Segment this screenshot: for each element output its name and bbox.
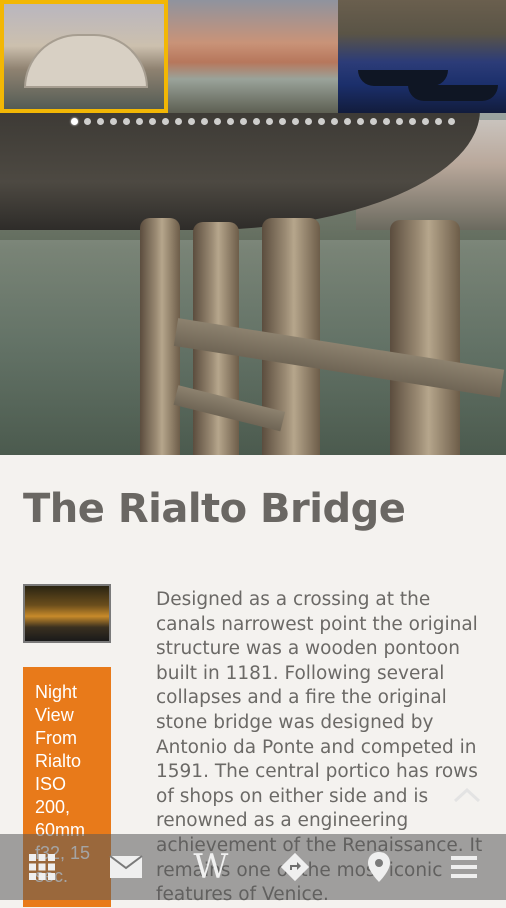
page-dot[interactable] — [240, 117, 247, 125]
page-dot[interactable] — [201, 117, 208, 125]
map-pin-icon — [368, 852, 391, 882]
page-dot[interactable] — [383, 117, 390, 125]
page-dot[interactable] — [279, 117, 286, 125]
wikipedia-button[interactable]: W — [186, 842, 236, 892]
gondola-shape — [408, 85, 498, 101]
page-dot[interactable] — [188, 117, 195, 125]
thumbnail-gondolas[interactable] — [338, 0, 506, 113]
page-dot[interactable] — [396, 117, 403, 125]
page-dot[interactable] — [136, 117, 143, 125]
mail-icon — [109, 855, 144, 878]
page-dot[interactable] — [409, 117, 416, 125]
page-dot[interactable] — [123, 117, 130, 125]
page-dot[interactable] — [97, 117, 104, 125]
menu-icon — [450, 856, 477, 878]
wooden-pole — [390, 220, 460, 455]
page-dot[interactable] — [448, 117, 455, 125]
page-dot[interactable] — [214, 117, 221, 125]
page-dot[interactable] — [227, 117, 234, 125]
page-dot[interactable] — [318, 117, 325, 125]
page-dot[interactable] — [435, 117, 442, 125]
page-dot[interactable] — [175, 117, 182, 125]
wikipedia-icon: W — [193, 847, 229, 887]
page-dot[interactable] — [422, 117, 429, 125]
page-dot[interactable] — [305, 117, 312, 125]
page-dot[interactable] — [84, 117, 91, 125]
grid-icon — [29, 854, 56, 880]
page-indicator — [0, 113, 506, 129]
menu-button[interactable] — [439, 842, 489, 892]
thumbnail-grand-canal[interactable] — [168, 0, 338, 113]
page-dot[interactable] — [370, 117, 377, 125]
night-view-photo[interactable] — [23, 584, 111, 643]
directions-icon — [280, 852, 310, 882]
page-title: The Rialto Bridge — [23, 486, 406, 532]
location-button[interactable] — [354, 842, 404, 892]
page-dot[interactable] — [344, 117, 351, 125]
page-dot[interactable] — [149, 117, 156, 125]
bridge-shape — [24, 34, 148, 88]
page-dot[interactable] — [71, 117, 78, 125]
grid-button[interactable] — [17, 842, 67, 892]
gondola-shape — [358, 70, 448, 86]
page-dot[interactable] — [162, 117, 169, 125]
scroll-up-icon[interactable] — [452, 784, 482, 806]
thumbnail-strip — [0, 0, 506, 113]
mail-button[interactable] — [101, 842, 151, 892]
page-dot[interactable] — [292, 117, 299, 125]
page-dot[interactable] — [331, 117, 338, 125]
bottom-toolbar: W — [0, 834, 506, 900]
directions-button[interactable] — [270, 842, 320, 892]
thumbnail-rialto-bridge[interactable] — [0, 0, 168, 113]
page-dot[interactable] — [253, 117, 260, 125]
wooden-pole — [140, 218, 180, 455]
page-dot[interactable] — [357, 117, 364, 125]
page-dot[interactable] — [110, 117, 117, 125]
page-dot[interactable] — [266, 117, 273, 125]
